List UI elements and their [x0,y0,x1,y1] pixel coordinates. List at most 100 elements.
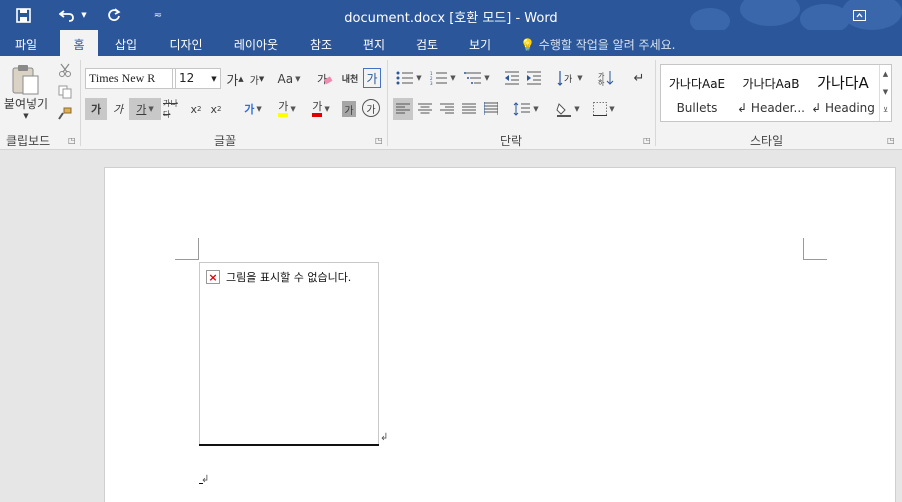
ribbon-display-options-icon[interactable] [850,4,868,26]
format-painter-icon[interactable] [56,106,74,122]
numbering-button[interactable]: 1 2 3 ▼ [428,68,458,88]
underline-label: 가 [136,103,147,116]
multilevel-list-button[interactable]: ▼ [462,68,492,88]
cut-icon[interactable] [56,62,74,78]
shrink-font-button[interactable]: 가 ▼ [248,70,266,88]
paragraph-launcher-icon[interactable]: ◳ [643,136,651,145]
styles-group-label: 스타일 [750,134,784,148]
underline-button[interactable]: 가 ▼ [129,98,161,120]
styles-gallery: 가나다AaE Bullets 가나다AaB ↲ Header... 가나다A ↲… [660,64,892,122]
decrease-indent-icon[interactable] [502,68,522,88]
character-shading-button[interactable]: 가 [342,101,356,117]
style-bullets[interactable]: 가나다AaE Bullets [661,65,733,121]
gallery-up-icon[interactable]: ▲ [880,65,891,83]
tab-review[interactable]: 검토 [404,30,450,56]
paragraph-shading-button[interactable]: ▼ [552,98,584,120]
align-left-icon[interactable] [393,98,413,120]
group-divider [80,60,81,146]
font-size-dropdown-icon[interactable]: ▼ [208,69,220,88]
tab-references[interactable]: 참조 [300,30,342,56]
text-direction-dropdown-icon: ▼ [577,74,583,82]
tab-design[interactable]: 디자인 [158,30,214,56]
style-name-label: ↲ Heading [811,101,875,115]
broken-image-placeholder[interactable]: × 그림을 표시할 수 없습니다. [199,262,379,445]
tab-mailings[interactable]: 편지 [352,30,396,56]
ribbon-home: 붙여넣기 ▼ 클립보드 ◳ Times New R ▼ 12 ▼ 가▲ 가▼ A… [0,56,902,150]
style-preview-text: 가나다AaE [668,77,726,91]
font-group-label: 글꼴 [214,134,237,148]
copy-icon[interactable] [56,84,74,100]
ribbon-tabs: 파일 홈 삽입 디자인 레이아웃 참조 편지 검토 보기 💡 수행할 작업을 알… [0,30,902,56]
bold-button[interactable]: 가 [85,98,107,120]
gallery-more-icon[interactable]: ⊻ [880,101,891,119]
group-divider [655,60,656,146]
gallery-down-icon[interactable]: ▼ [880,83,891,101]
text-effects-button[interactable]: 가 ▼ [238,98,268,120]
paste-icon[interactable] [6,62,44,96]
bullets-dropdown-icon: ▼ [416,74,422,82]
clear-formatting-icon[interactable]: 가 [316,70,334,88]
clipboard-launcher-icon[interactable]: ◳ [68,136,76,145]
broken-image-icon: × [206,270,220,284]
superscript-button[interactable]: x2 [207,98,225,120]
highlight-dropdown-icon: ▼ [290,105,296,113]
style-preview-text: 가나다AaB [742,77,800,91]
align-center-icon[interactable] [415,98,435,120]
subscript-button[interactable]: x2 [187,98,205,120]
text-direction-button[interactable]: 가 ▼ [554,68,586,88]
numbering-dropdown-icon: ▼ [450,74,456,82]
window-title: document.docx [호환 모드] - Word [344,11,558,26]
tab-view[interactable]: 보기 [458,30,502,56]
style-name-label: Bullets [676,101,718,115]
font-color-button[interactable]: 가 ▼ [306,98,336,120]
style-preview-text: 가나다A [817,74,869,92]
highlight-button[interactable]: 가 ▼ [272,98,302,120]
group-divider [387,60,388,146]
tab-home[interactable]: 홈 [60,30,98,56]
change-case-dropdown-icon: ▼ [295,75,301,83]
strikethrough-button[interactable]: 가나다 [163,98,185,120]
grow-font-button[interactable]: 가 ▲ [226,70,244,89]
phonetic-guide-button[interactable]: 내천 [338,68,362,88]
styles-launcher-icon[interactable]: ◳ [887,136,895,145]
increase-indent-icon[interactable] [524,68,544,88]
sort-icon[interactable]: 가하 [596,68,616,88]
distributed-icon[interactable] [481,98,501,120]
svg-text:가: 가 [564,74,572,85]
text-effects-dropdown-icon: ▼ [256,105,262,113]
font-launcher-icon[interactable]: ◳ [375,136,383,145]
paste-dropdown-icon[interactable]: ▼ [20,112,32,120]
borders-button[interactable]: ▼ [588,98,620,120]
change-case-button[interactable]: Aa ▼ [274,70,304,88]
bullets-button[interactable]: ▼ [394,68,424,88]
svg-text:하: 하 [598,78,605,86]
show-formatting-marks-icon[interactable]: ↵ [630,68,648,88]
font-name-field[interactable]: Times New R [85,68,173,89]
character-border-button[interactable]: 가 [363,68,381,88]
document-page[interactable]: × 그림을 표시할 수 없습니다. ↲ ↲ [104,167,896,502]
paste-button[interactable]: 붙여넣기 [0,96,52,111]
tab-layout[interactable]: 레이아웃 [222,30,290,56]
style-header[interactable]: 가나다AaB ↲ Header... [735,65,807,121]
paragraph-mark: ↲ [380,432,389,443]
italic-button[interactable]: 가 [108,98,128,120]
document-area: × 그림을 표시할 수 없습니다. ↲ ↲ [0,151,902,502]
crop-mark-top-right [803,238,827,260]
text-effects-icon: 가 [244,103,255,116]
tell-me-box[interactable]: 💡 수행할 작업을 알려 주세요. [520,36,675,53]
style-heading[interactable]: 가나다A ↲ Heading [807,65,879,121]
align-right-icon[interactable] [437,98,457,120]
title-bar: ▼ ≂ document.docx [호환 모드] - Word [0,0,902,30]
broken-image-message: 그림을 표시할 수 없습니다. [226,271,352,284]
font-color-dropdown-icon: ▼ [324,105,330,113]
enclose-characters-button[interactable]: 가 [362,99,380,117]
tab-insert[interactable]: 삽입 [104,30,148,56]
justify-icon[interactable] [459,98,479,120]
tab-file[interactable]: 파일 [0,30,52,56]
shrink-font-icon: 가 [249,75,259,87]
line-spacing-button[interactable]: ▼ [510,98,542,120]
multilevel-list-dropdown-icon: ▼ [484,74,490,82]
image-underline [199,444,379,446]
clipboard-group-label: 클립보드 [6,134,51,148]
svg-text:3: 3 [430,81,433,85]
